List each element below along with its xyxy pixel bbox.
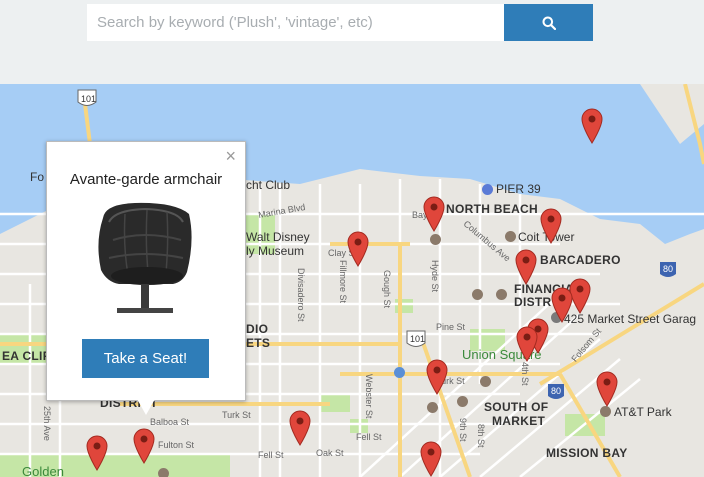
- label-embarcadero: BARCADERO: [540, 253, 621, 267]
- museum-poi-icon-4: [427, 402, 438, 413]
- popup-title: Avante-garde armchair: [69, 171, 223, 188]
- listing-pin[interactable]: [420, 441, 442, 477]
- theater-poi-icon: [480, 376, 491, 387]
- armchair-image[interactable]: [95, 200, 195, 320]
- label-north-beach: NORTH BEACH: [446, 202, 538, 216]
- label-balboa-st: Balboa St: [150, 417, 190, 427]
- label-hyde-st: Hyde St: [430, 260, 440, 293]
- close-icon[interactable]: ×: [225, 147, 236, 165]
- listing-pin-selected[interactable]: [133, 428, 155, 464]
- park-poi-icon: [158, 468, 169, 477]
- label-fort: Fo: [30, 170, 45, 184]
- label-pier39: PIER 39: [496, 182, 541, 196]
- label-studio: DIO: [246, 322, 269, 336]
- listing-pin[interactable]: [347, 231, 369, 267]
- pier39-icon: [482, 184, 493, 195]
- museum-poi-icon: [430, 234, 441, 245]
- listing-popup: × Avante-garde armchair Take a Seat!: [46, 141, 246, 401]
- label-fulton-st: Fulton St: [158, 440, 195, 450]
- label-walt-disney: Walt Disney: [246, 230, 310, 244]
- popup-tail: [137, 399, 155, 415]
- search-input[interactable]: [87, 4, 504, 41]
- label-museum: ly Museum: [246, 244, 305, 258]
- label-gough-st: Gough St: [382, 270, 392, 309]
- label-divisadero-st: Divisadero St: [296, 268, 306, 322]
- label-golden-gate: Golden: [22, 464, 64, 477]
- label-4th-st: 4th St: [520, 362, 530, 386]
- label-south-of-market: SOUTH OF: [484, 400, 549, 414]
- transit-poi-icon: [394, 367, 405, 378]
- label-hwy-80-b: 80: [551, 386, 562, 396]
- label-fell-st-left: Fell St: [258, 450, 284, 460]
- label-oak-st: Oak St: [316, 448, 344, 458]
- label-hwy-101-a: 101: [81, 94, 97, 104]
- listing-pin[interactable]: [581, 108, 603, 144]
- label-webster-st: Webster St: [364, 374, 374, 419]
- listing-pin[interactable]: [86, 435, 108, 471]
- label-fell-st-right: Fell St: [356, 432, 382, 442]
- label-9th-st: 9th St: [458, 418, 468, 442]
- label-mission-bay: MISSION BAY: [546, 446, 628, 460]
- search-icon: [542, 16, 556, 30]
- listing-pin[interactable]: [516, 326, 538, 362]
- label-financial-district: DISTR: [514, 295, 552, 309]
- label-turk-st-left: Turk St: [222, 410, 251, 420]
- label-hwy-101-b: 101: [410, 334, 426, 344]
- label-8th-st: 8th St: [476, 424, 486, 448]
- landmark-poi-icon: [505, 231, 516, 242]
- listing-pin[interactable]: [551, 287, 573, 323]
- listing-pin[interactable]: [426, 359, 448, 395]
- listing-pin[interactable]: [515, 249, 537, 285]
- label-hwy-80-a: 80: [663, 264, 674, 274]
- label-heights: ETS: [246, 336, 271, 350]
- museum-poi-icon-2: [496, 289, 507, 300]
- listing-pin[interactable]: [423, 196, 445, 232]
- listing-pin[interactable]: [596, 371, 618, 407]
- label-att-park: AT&T Park: [614, 405, 672, 419]
- label-south-of-market-2: MARKET: [492, 414, 546, 428]
- label-425-market: 425 Market Street Garag: [564, 312, 697, 326]
- label-25th-ave: 25th Ave: [42, 406, 52, 441]
- label-yacht-club: cht Club: [246, 178, 291, 192]
- listing-pin[interactable]: [540, 208, 562, 244]
- museum-poi-icon-3: [472, 289, 483, 300]
- label-pine-st: Pine St: [436, 322, 466, 332]
- stadium-poi-icon: [600, 406, 611, 417]
- search-button[interactable]: [504, 4, 593, 41]
- listing-pin[interactable]: [289, 410, 311, 446]
- take-a-seat-button[interactable]: Take a Seat!: [82, 339, 209, 378]
- museum-poi-icon-5: [457, 396, 468, 407]
- search-bar: [0, 0, 704, 84]
